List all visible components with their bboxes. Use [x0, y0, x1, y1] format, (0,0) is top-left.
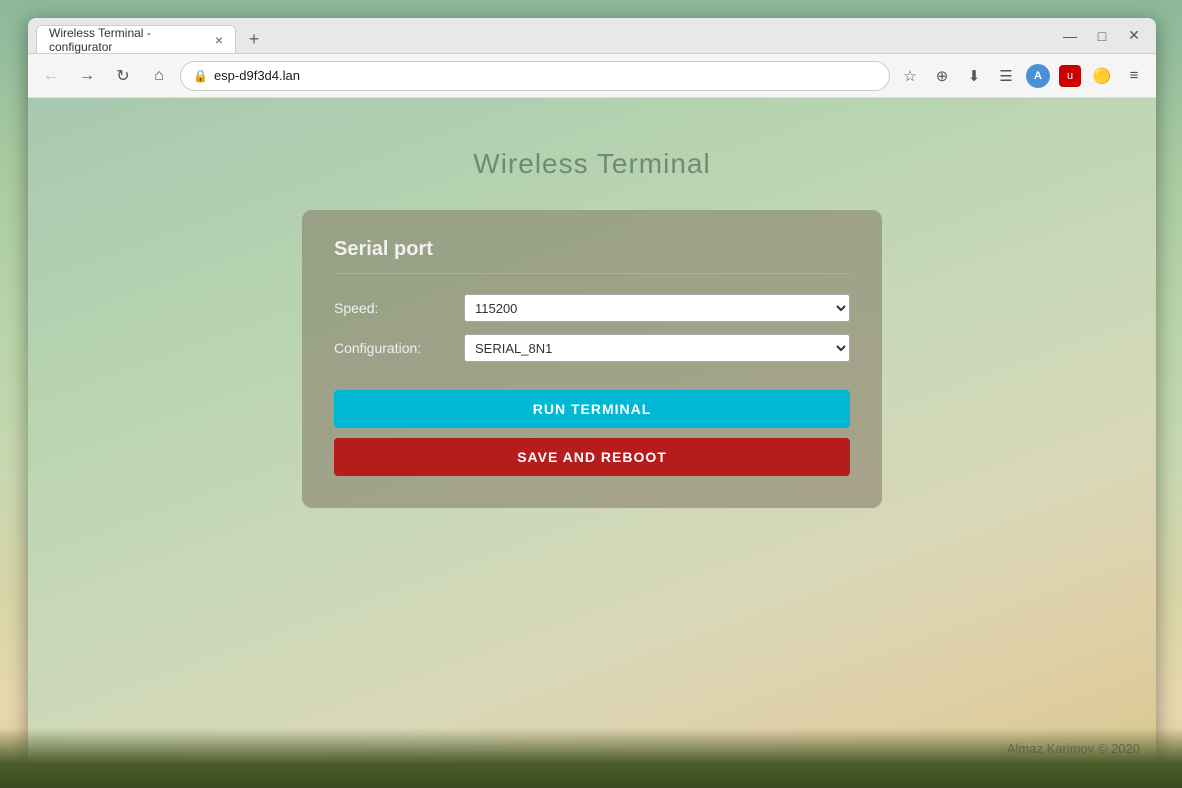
maximize-button[interactable]: □	[1088, 22, 1116, 50]
address-text: esp-d9f3d4.lan	[214, 68, 877, 83]
speed-select[interactable]: 115200 9600 19200 38400 57600 230400	[464, 294, 850, 322]
page-title: Wireless Terminal	[473, 148, 710, 180]
speed-row: Speed: 115200 9600 19200 38400 57600 230…	[334, 294, 850, 322]
lock-icon: 🔒	[193, 69, 208, 83]
card-divider	[334, 273, 850, 274]
tab-area: Wireless Terminal - configurator × +	[36, 18, 1048, 53]
extension-icon[interactable]: 🟡	[1088, 62, 1116, 90]
config-row: Configuration: SERIAL_8N1 SERIAL_8N2 SER…	[334, 334, 850, 362]
home-button[interactable]: ⌂	[144, 61, 174, 91]
speed-label: Speed:	[334, 300, 464, 316]
page-footer: Almaz Karimov © 2020	[1007, 741, 1140, 756]
nav-bar: ← → ↻ ⌂ 🔒 esp-d9f3d4.lan ☆ ⊕ ⬇ ☰ A u 🟡	[28, 54, 1156, 98]
close-button[interactable]: ✕	[1120, 22, 1148, 50]
desktop: Wireless Terminal - configurator × + — □…	[0, 0, 1182, 788]
address-bar[interactable]: 🔒 esp-d9f3d4.lan	[180, 61, 890, 91]
bookmark-button[interactable]: ☆	[896, 62, 924, 90]
menu-button[interactable]: ≡	[1120, 62, 1148, 90]
config-label: Configuration:	[334, 340, 464, 356]
browser-tab[interactable]: Wireless Terminal - configurator ×	[36, 25, 236, 53]
download-button[interactable]: ⬇	[960, 62, 988, 90]
back-button[interactable]: ←	[36, 61, 66, 91]
tab-close-button[interactable]: ×	[215, 33, 223, 47]
nav-right-icons: ☆ ⊕ ⬇ ☰ A u 🟡 ≡	[896, 62, 1148, 90]
minimize-button[interactable]: —	[1056, 22, 1084, 50]
avatar-icon[interactable]: A	[1024, 62, 1052, 90]
run-terminal-button[interactable]: RUN TERMINAL	[334, 390, 850, 428]
pocket-button[interactable]: ⊕	[928, 62, 956, 90]
save-reboot-button[interactable]: SAVE AND REBOOT	[334, 438, 850, 476]
browser-window: Wireless Terminal - configurator × + — □…	[28, 18, 1156, 766]
new-tab-button[interactable]: +	[240, 25, 268, 53]
page-content: Wireless Terminal Serial port Speed: 115…	[28, 98, 1156, 766]
shield-badge: u	[1059, 65, 1081, 87]
refresh-button[interactable]: ↻	[108, 61, 138, 91]
card-title: Serial port	[334, 238, 850, 261]
avatar-letter: A	[1026, 64, 1050, 88]
reader-button[interactable]: ☰	[992, 62, 1020, 90]
window-controls: — □ ✕	[1056, 22, 1148, 50]
title-bar: Wireless Terminal - configurator × + — □…	[28, 18, 1156, 54]
forward-button[interactable]: →	[72, 61, 102, 91]
config-card: Serial port Speed: 115200 9600 19200 384…	[302, 210, 882, 508]
shield-icon[interactable]: u	[1056, 62, 1084, 90]
tab-label: Wireless Terminal - configurator	[49, 26, 207, 54]
config-select[interactable]: SERIAL_8N1 SERIAL_8N2 SERIAL_8E1 SERIAL_…	[464, 334, 850, 362]
